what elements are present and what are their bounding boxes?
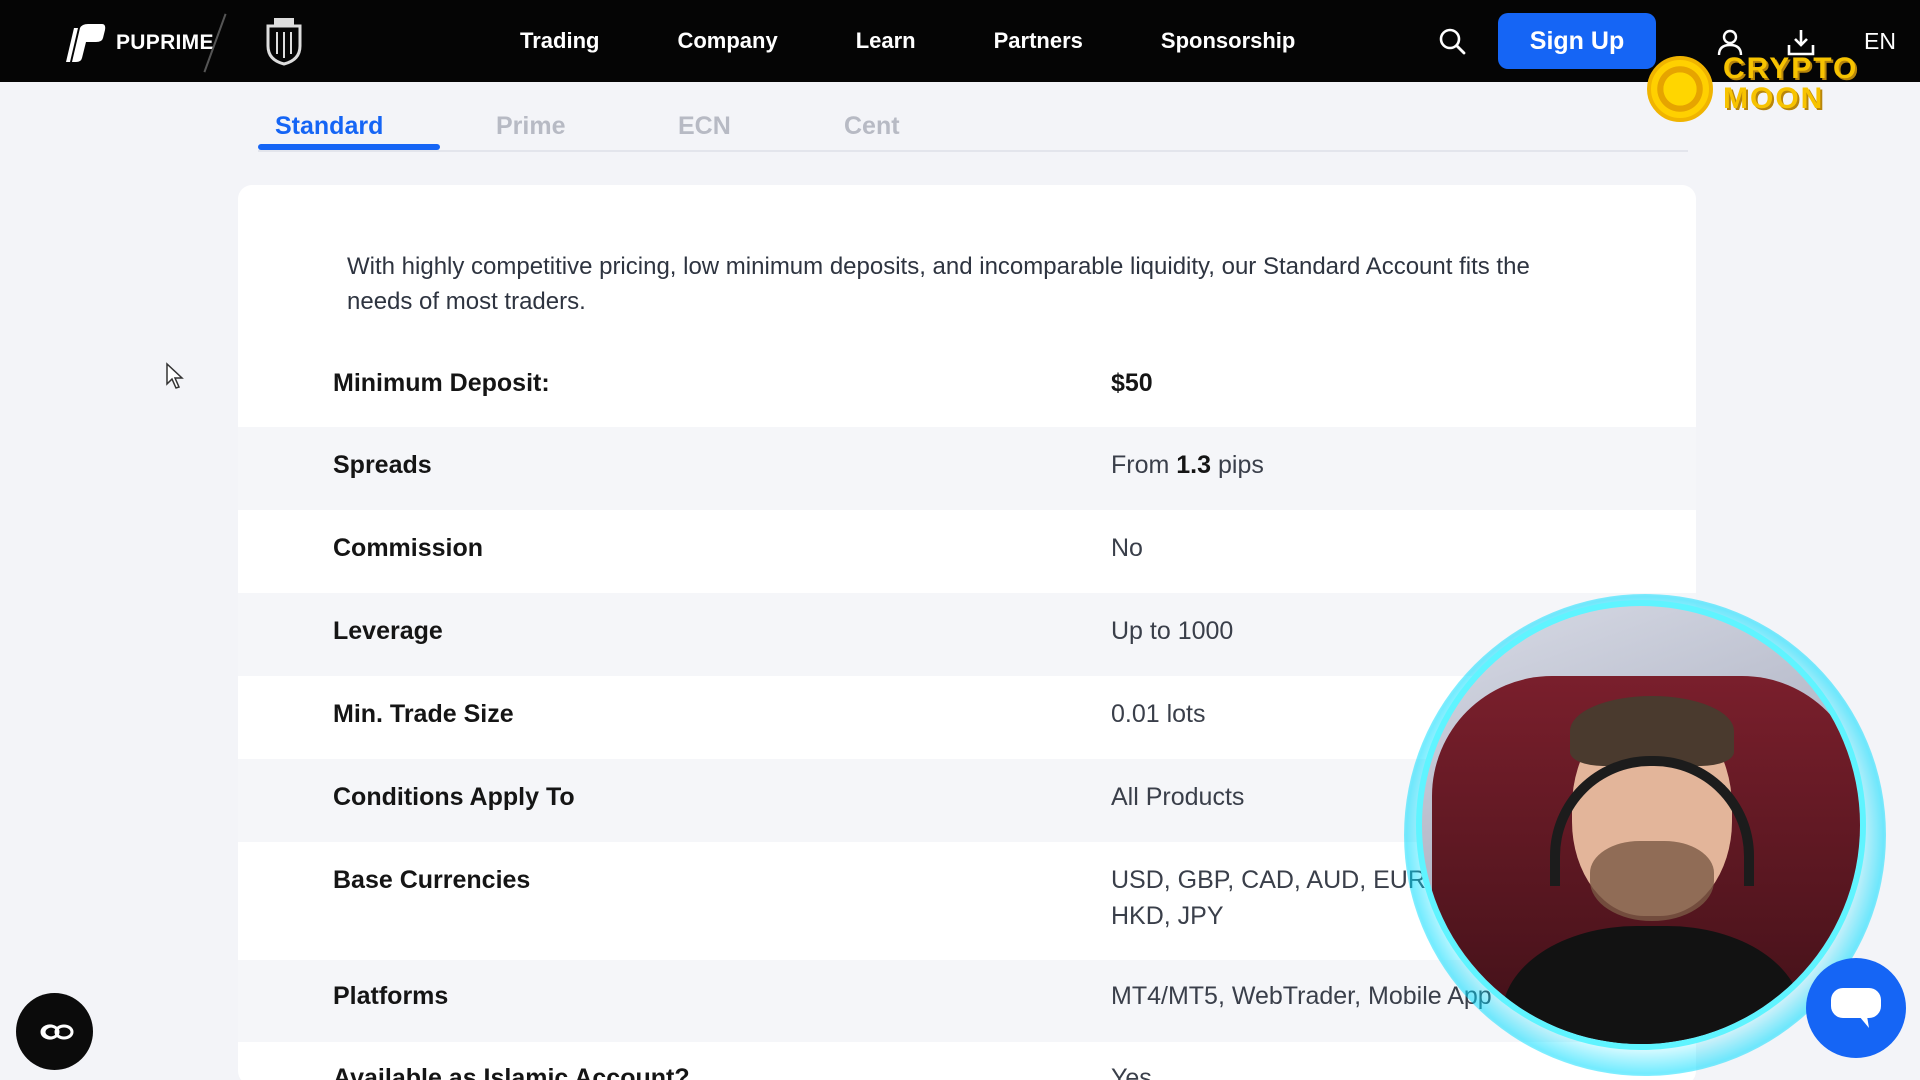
row-value: $50 [1111,369,1153,397]
search-icon[interactable] [1437,26,1467,56]
main-nav: Trading Company Learn Partners Sponsorsh… [520,0,1295,82]
table-row: Commission No [238,510,1696,593]
closed-captions-icon [40,1024,73,1039]
table-row: Minimum Deposit: $50 [238,345,1696,427]
row-label: Conditions Apply To [333,783,575,811]
spread-number: 1.3 [1176,451,1212,479]
nav-trading[interactable]: Trading [520,28,599,54]
table-row: Available as Islamic Account? Yes [238,1042,1696,1080]
row-value: 0.01 lots [1111,700,1206,728]
spread-prefix: From [1111,451,1177,479]
watermark-text: CRYPTO MOON [1723,54,1858,114]
row-value: USD, GBP, CAD, AUD, EUR HKD, JPY [1111,862,1426,934]
crest-icon [266,18,302,66]
sign-up-button[interactable]: Sign Up [1498,13,1656,69]
watermark-line1: CRYPTO [1723,52,1859,85]
row-value: Yes [1111,1064,1152,1080]
puprime-logo-icon [66,24,106,62]
tab-ecn[interactable]: ECN [678,112,731,141]
row-label: Platforms [333,982,449,1010]
row-label: Leverage [333,617,443,645]
closed-captions-button[interactable] [16,993,93,1070]
chat-icon [1831,988,1881,1028]
row-value: From 1.3 pips [1111,447,1264,483]
row-label: Spreads [333,451,432,479]
tab-cent[interactable]: Cent [844,112,900,141]
spread-suffix: pips [1211,451,1264,479]
chat-button[interactable] [1806,958,1906,1058]
watermark-line2: MOON [1723,82,1825,115]
row-value: Up to 1000 [1111,617,1234,645]
nav-learn[interactable]: Learn [856,28,916,54]
active-tab-indicator [258,144,440,150]
tab-prime[interactable]: Prime [496,112,565,141]
account-description: With highly competitive pricing, low min… [347,253,1530,315]
row-label: Base Currencies [333,866,531,894]
brand-logo[interactable]: PUPRIME [62,22,214,64]
row-value: All Products [1111,783,1245,811]
table-row: Spreads From 1.3 pips [238,427,1696,510]
brand-name: PUPRIME [116,31,214,54]
currencies-line1: USD, GBP, CAD, AUD, EUR [1111,866,1426,894]
row-label: Commission [333,534,484,562]
language-selector[interactable]: EN [1864,28,1896,55]
top-navigation-bar: PUPRIME Trading Company Learn Partners S… [0,0,1920,82]
row-value: No [1111,534,1143,562]
row-label: Min. Trade Size [333,700,514,728]
row-label: Available as Islamic Account? [333,1064,690,1080]
account-type-tabs: Standard Prime ECN Cent [258,108,1688,152]
webcam-overlay [1416,600,1866,1050]
currencies-line2: HKD, JPY [1111,902,1224,930]
nav-company[interactable]: Company [677,28,777,54]
cursor-icon [166,362,184,389]
row-label: Minimum Deposit: [333,369,550,397]
tab-standard[interactable]: Standard [275,112,383,141]
nav-sponsorship[interactable]: Sponsorship [1161,28,1295,54]
nav-partners[interactable]: Partners [994,28,1083,54]
